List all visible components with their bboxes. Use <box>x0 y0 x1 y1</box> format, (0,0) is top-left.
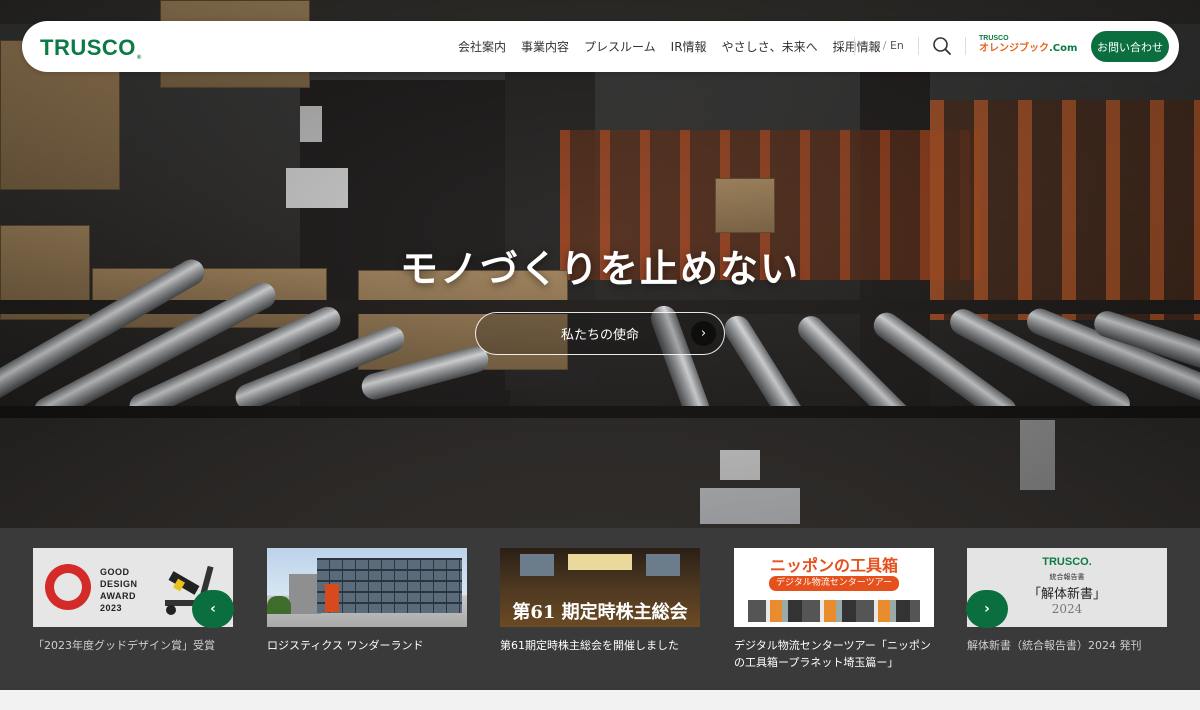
chevron-right-icon: › <box>984 601 990 617</box>
shop-brand: TRUSCO <box>979 35 1009 42</box>
hero-title: モノづくりを止めない <box>399 246 800 291</box>
shop-suffix: .Com <box>1049 43 1078 54</box>
news-caption: デジタル物流センターツアー「ニッポンの工具箱ープラネット埼玉篇ー」 <box>734 639 931 669</box>
lang-jp[interactable]: Jp <box>869 39 879 52</box>
hero-section: モノづくりを止めない 私たちの使命 › <box>0 0 1200 528</box>
news-caption: 「2023年度グッドデザイン賞」受賞 <box>33 639 215 652</box>
mission-button[interactable]: 私たちの使命 › <box>475 312 725 355</box>
nav-ir[interactable]: IR情報 <box>671 38 707 55</box>
main-nav: 会社案内 事業内容 プレスルーム IR情報 やさしさ、未来へ 採用情報 <box>458 21 896 72</box>
site-header: TRUSCO® 会社案内 事業内容 プレスルーム IR情報 やさしさ、未来へ 採… <box>22 21 1179 72</box>
nav-pressroom[interactable]: プレスルーム <box>584 38 656 55</box>
language-switch: Jp / En <box>869 39 904 52</box>
lang-en[interactable]: En <box>890 39 904 52</box>
news-thumbnail <box>267 548 467 627</box>
news-caption: 第61期定時株主総会を開催しました <box>500 639 679 652</box>
news-carousel: GOOD DESIGN AWARD 2023 「2023年度グッドデザイン賞」受… <box>0 528 1200 690</box>
contact-button[interactable]: お問い合わせ <box>1091 31 1169 62</box>
thumb-subtitle: デジタル物流センターツアー <box>769 576 899 591</box>
orangebook-link[interactable]: TRUSCO オレンジブック.Com <box>979 35 1077 54</box>
good-design-text: GOOD DESIGN AWARD 2023 <box>100 567 138 613</box>
search-icon[interactable] <box>932 36 952 56</box>
divider <box>918 37 919 55</box>
carousel-prev-button[interactable]: ‹ <box>192 590 234 628</box>
news-card[interactable]: 第61 期定時株主総会 第61期定時株主総会を開催しました <box>500 548 700 654</box>
chevron-left-icon: ‹ <box>210 601 216 617</box>
news-caption: ロジスティクス ワンダーランド <box>267 639 424 652</box>
divider <box>854 37 855 55</box>
mission-button-label: 私たちの使命 <box>560 328 639 343</box>
thumb-title: ニッポンの工具箱 <box>769 556 898 575</box>
news-card[interactable]: ロジスティクス ワンダーランド <box>267 548 467 654</box>
divider <box>965 37 966 55</box>
nav-sustainability[interactable]: やさしさ、未来へ <box>722 38 818 55</box>
chevron-right-icon: › <box>691 321 716 346</box>
shop-name: オレンジブック <box>979 43 1049 54</box>
nav-company[interactable]: 会社案内 <box>458 38 506 55</box>
carousel-next-button[interactable]: › <box>966 590 1008 628</box>
trusco-logo[interactable]: TRUSCO® <box>40 35 142 61</box>
thumb-title: 第61 期定時株主総会 <box>512 602 688 623</box>
news-thumbnail: 第61 期定時株主総会 <box>500 548 700 627</box>
news-caption: 解体新書（統合報告書）2024 発刊 <box>967 639 1142 652</box>
nav-business[interactable]: 事業内容 <box>521 38 569 55</box>
good-design-mark <box>45 564 91 610</box>
news-card[interactable]: ニッポンの工具箱 デジタル物流センターツアー デジタル物流センターツアー「ニッポ… <box>734 548 934 671</box>
page-content-area <box>0 690 1200 710</box>
news-thumbnail: ニッポンの工具箱 デジタル物流センターツアー <box>734 548 934 627</box>
